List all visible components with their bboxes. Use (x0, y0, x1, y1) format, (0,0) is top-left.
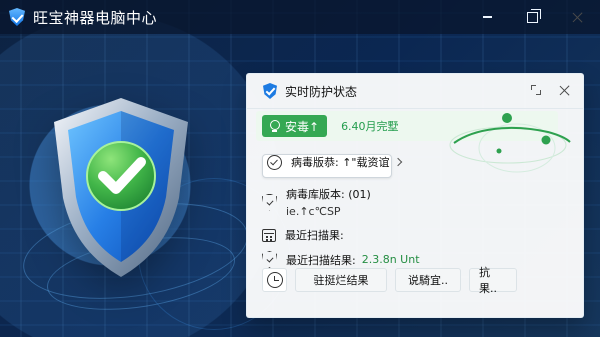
panel-action-buttons: 驻挺烂结果 说騎宜.. 抗果.. (262, 266, 517, 295)
large-shield-illustration (46, 94, 196, 280)
shield-check-icon (54, 98, 188, 277)
close-icon[interactable] (558, 83, 572, 97)
minimize-icon (483, 16, 492, 18)
virus-database-subvalue: ie.↑c℃SP (286, 205, 341, 218)
safe-status-badge[interactable]: 安毒↑ (262, 115, 328, 137)
more-button[interactable]: 抗果.. (469, 266, 517, 295)
shield-logo-icon (9, 8, 25, 26)
recent-scan-result-value: 2.3.8n Unt (361, 253, 420, 266)
panel-header: 实时防护状态 (247, 74, 583, 109)
virus-database-text: 病毒库版本: (01) ie.↑c℃SP (286, 186, 371, 218)
real-time-protection-panel: 实时防护状态 安毒↑ 6.40月完墅 病毒版恭: ↑"载资谊 病毒库版本: (0… (246, 73, 584, 318)
check-circle-icon (267, 154, 282, 170)
restore-icon (527, 8, 541, 23)
close-icon (571, 10, 585, 24)
shield-outline-icon (262, 193, 277, 211)
recent-scan-row: 最近扫描果: (262, 227, 344, 243)
restore-button[interactable] (510, 0, 555, 34)
settings-label: 说騎宜.. (408, 274, 448, 287)
close-button[interactable] (555, 0, 600, 34)
window-controls (465, 0, 600, 34)
app-titlebar: 旺宝神器电脑中心 (0, 0, 600, 34)
shield-outline-icon (262, 251, 277, 268)
panel-controls (529, 83, 572, 97)
settings-button[interactable]: 说騎宜.. (395, 268, 461, 292)
virus-version-row[interactable]: 病毒版恭: ↑"载资谊 (262, 154, 403, 178)
protection-orbit-graphic (449, 113, 571, 173)
more-label: 抗果.. (479, 266, 497, 295)
scan-results-button[interactable]: 驻挺烂结果 (295, 268, 387, 292)
lightbulb-icon (269, 119, 280, 133)
scan-results-label: 驻挺烂结果 (313, 274, 369, 287)
recent-scan-label: 最近扫描果: (285, 229, 344, 242)
virus-database-row: 病毒库版本: (01) ie.↑c℃SP (262, 186, 371, 218)
safe-status-label: 安毒↑ (285, 119, 320, 134)
virus-database-label: 病毒库版本: (01) (286, 188, 371, 201)
shield-icon (263, 83, 277, 99)
minimize-button[interactable] (465, 0, 510, 34)
recent-scan-result-row: 最近扫描结果: 2.3.8n Unt (262, 251, 420, 268)
calendar-icon (262, 228, 276, 242)
chevron-right-icon (394, 157, 403, 167)
history-button[interactable] (262, 268, 287, 292)
virus-version-label: 病毒版恭: ↑"载资谊 (291, 156, 390, 169)
desktop-security-app: 旺宝神器电脑中心 实时防护状态 安毒↑ 6.40月完墅 病毒版恭: ↑"载资谊 … (0, 0, 600, 337)
clock-icon (266, 272, 283, 288)
scan-completion-text: 6.40月完墅 (341, 120, 399, 133)
panel-title: 实时防护状态 (285, 84, 358, 99)
app-title: 旺宝神器电脑中心 (33, 8, 158, 27)
expand-icon[interactable] (529, 83, 543, 97)
recent-scan-result-label: 最近扫描结果: (286, 253, 356, 267)
